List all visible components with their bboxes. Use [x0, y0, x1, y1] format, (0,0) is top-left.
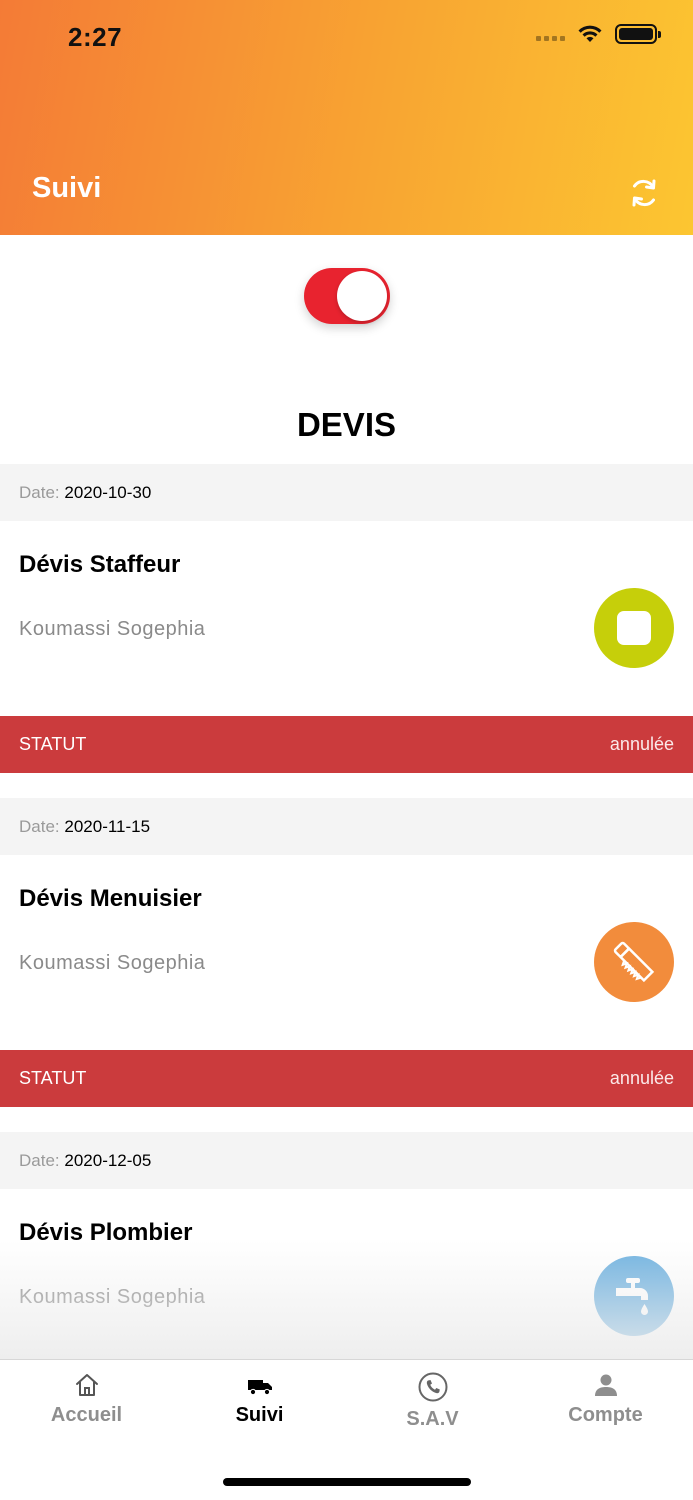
status-value: annulée: [609, 734, 674, 754]
date-value: 2020-11-15: [64, 817, 151, 836]
battery-icon: [615, 24, 661, 44]
card-status-bar: STATUT annulée: [0, 1050, 693, 1107]
status-label: STATUT: [19, 1068, 87, 1088]
refresh-icon[interactable]: [627, 176, 661, 210]
home-icon: [75, 1374, 98, 1396]
card-date-row: Date: 2020-11-15: [0, 798, 693, 855]
app-header: 2:27 Suivi: [0, 0, 693, 235]
card-body[interactable]: Dévis Staffeur Koumassi Sogephia: [0, 521, 693, 716]
section-title: DEVIS: [296, 406, 397, 443]
square-icon: [594, 588, 674, 668]
date-value: 2020-10-30: [64, 483, 152, 502]
saw-icon: [594, 922, 674, 1002]
faucet-icon: [594, 1256, 674, 1336]
card-title: Dévis Menuisier: [19, 885, 202, 912]
status-time: 2:27: [68, 22, 123, 52]
devis-list: Date: 2020-10-30 Dévis Staffeur Koumassi…: [0, 464, 693, 1409]
devis-card[interactable]: Date: 2020-10-30 Dévis Staffeur Koumassi…: [0, 464, 693, 773]
signal-icon: [536, 27, 565, 41]
card-location: Koumassi Sogephia: [19, 618, 206, 640]
card-status-bar: STATUT annulée: [0, 716, 693, 773]
status-icons: [536, 24, 661, 44]
status-label: STATUT: [19, 734, 87, 754]
date-label: Date:: [19, 817, 60, 836]
home-indicator: [223, 1478, 471, 1486]
card-date-row: Date: 2020-12-05: [0, 1132, 693, 1189]
page-title: Suivi: [32, 172, 102, 204]
devis-card[interactable]: Date: 2020-11-15 Dévis Menuisier Koumass…: [0, 798, 693, 1107]
view-toggle[interactable]: [304, 268, 390, 324]
card-location: Koumassi Sogephia: [19, 1286, 206, 1308]
date-label: Date:: [19, 483, 60, 502]
toggle-knob[interactable]: [337, 271, 387, 321]
date-value: 2020-12-05: [64, 1151, 152, 1170]
date-label: Date:: [19, 1151, 60, 1170]
devis-card[interactable]: Date: 2020-12-05 Dévis Plombier Koumassi…: [0, 1132, 693, 1384]
card-title: Dévis Plombier: [19, 1219, 193, 1246]
phone-icon: [418, 1372, 447, 1402]
card-title: Dévis Staffeur: [19, 551, 181, 578]
card-body[interactable]: Dévis Menuisier Koumassi Sogephia: [0, 855, 693, 1050]
user-icon: [594, 1374, 617, 1396]
tab-label: Suivi: [235, 1404, 284, 1426]
tab-label: Accueil: [50, 1404, 123, 1426]
truck-icon: [247, 1380, 272, 1396]
tab-compte[interactable]: Compte: [519, 1372, 692, 1427]
card-date-row: Date: 2020-10-30: [0, 464, 693, 521]
card-location: Koumassi Sogephia: [19, 952, 206, 974]
tab-suivi[interactable]: Suivi: [173, 1372, 346, 1427]
card-body[interactable]: Dévis Plombier Koumassi Sogephia: [0, 1189, 693, 1384]
wifi-icon: [578, 25, 602, 42]
tab-label: Compte: [568, 1404, 643, 1426]
tab-sav[interactable]: S.A.V: [346, 1372, 519, 1431]
tab-accueil[interactable]: Accueil: [0, 1372, 173, 1427]
tab-label: S.A.V: [406, 1408, 459, 1430]
status-value: annulée: [609, 1068, 674, 1088]
